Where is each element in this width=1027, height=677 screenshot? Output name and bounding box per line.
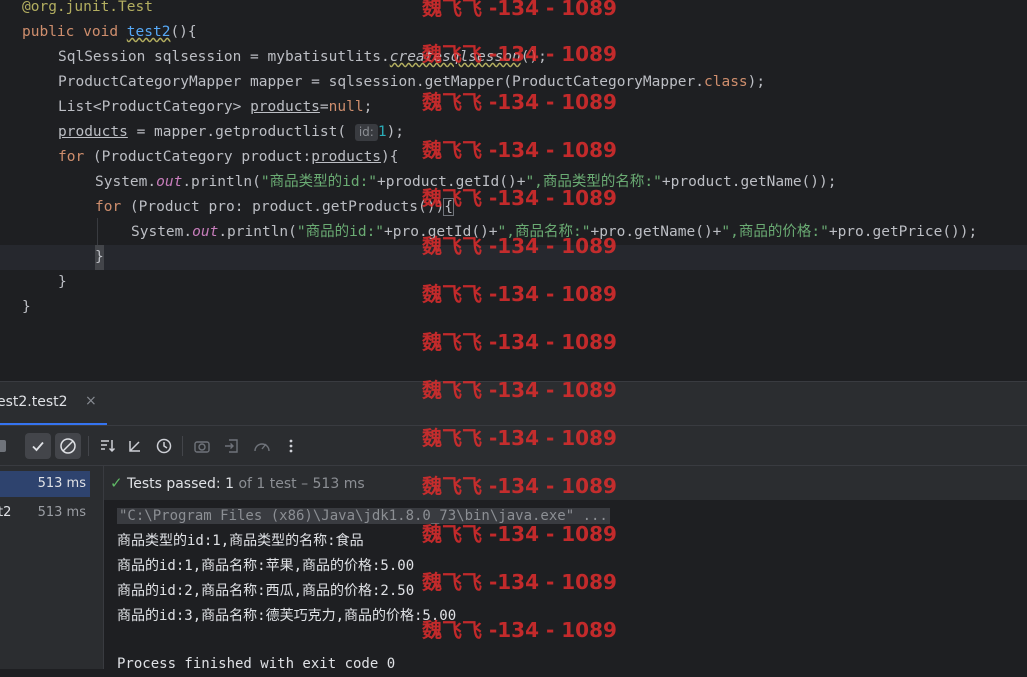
camera-icon[interactable] (189, 433, 215, 459)
matched-brace-close: } (95, 245, 104, 270)
collapse-icon[interactable] (122, 433, 148, 459)
history-icon[interactable] (151, 433, 177, 459)
code-line-10[interactable]: System.out.println("商品的id:"+pro.getId()+… (131, 220, 977, 245)
close-icon[interactable]: × (85, 393, 97, 409)
code-line-9[interactable]: for (Product pro: product.getProducts())… (95, 195, 454, 220)
code-line-2[interactable]: public void test2(){ (22, 20, 197, 45)
run-toolbar (0, 425, 1027, 466)
test-results-tree: 513 ms t2 513 ms (0, 466, 104, 669)
code-line-12[interactable]: } (58, 270, 67, 295)
tests-passed-label: Tests passed: 1 (127, 476, 234, 492)
run-tab-bar: est2.test2 × (0, 381, 1027, 426)
matched-brace: { (443, 198, 454, 216)
console-output[interactable]: ✓ Tests passed: 1 of 1 test – 513 ms "C:… (104, 466, 1027, 672)
code-line-13[interactable]: } (22, 295, 31, 320)
code-line-3[interactable]: SqlSession sqlsession = mybatisutlits.cr… (58, 45, 547, 70)
more-icon[interactable] (278, 433, 304, 459)
code-line-5[interactable]: List<ProductCategory> products=null; (58, 95, 372, 120)
toolbar-separator (182, 436, 183, 456)
tab-test2[interactable]: est2.test2 × (0, 382, 107, 426)
console-line: Process finished with exit code 0 (117, 656, 396, 672)
sort-icon[interactable] (94, 433, 120, 459)
code-line-11-current[interactable]: } (0, 245, 1027, 270)
tests-summary: of 1 test – 513 ms (238, 476, 365, 492)
code-line-7[interactable]: for (ProductCategory product:products){ (58, 145, 399, 170)
ignored-icon[interactable] (55, 433, 81, 459)
code-line-4[interactable]: ProductCategoryMapper mapper = sqlsessio… (58, 70, 765, 95)
tree-item-suite[interactable]: 513 ms (0, 471, 90, 497)
code-line-1[interactable]: @org.junit.Test (22, 0, 153, 20)
console-line: 商品的id:1,商品名称:苹果,商品的价格:5.00 (117, 558, 415, 574)
import-icon[interactable] (219, 433, 245, 459)
code-line-8[interactable]: System.out.println("商品类型的id:"+product.ge… (95, 170, 836, 195)
console-line: "C:\Program Files (x86)\Java\jdk1.8.0_73… (117, 504, 610, 529)
code-line-6[interactable]: products = mapper.getproductlist( id: 1); (58, 120, 404, 145)
check-icon: ✓ (110, 474, 123, 492)
console-line: 商品类型的id:1,商品类型的名称:食品 (117, 533, 364, 549)
parameter-hint: id: (354, 124, 378, 141)
test-status-bar: ✓ Tests passed: 1 of 1 test – 513 ms (104, 466, 1027, 500)
toolbar-separator (88, 436, 89, 456)
console-line: 商品的id:3,商品名称:德芙巧克力,商品的价格:5.00 (117, 608, 457, 624)
command-line[interactable]: "C:\Program Files (x86)\Java\jdk1.8.0_73… (117, 508, 610, 524)
run-tool-window: est2.test2 × 513 ms t2 513 ms ✓ Tests pa… (0, 381, 1027, 672)
tree-item-test2[interactable]: t2 513 ms (0, 500, 90, 526)
gauge-icon[interactable] (249, 433, 275, 459)
check-icon[interactable] (25, 433, 51, 459)
console-line: 商品的id:2,商品名称:西瓜,商品的价格:2.50 (117, 583, 415, 599)
code-editor[interactable]: @org.junit.Test public void test2(){ Sql… (0, 0, 1027, 381)
stop-icon[interactable] (0, 433, 13, 459)
tab-label: est2.test2 (0, 394, 68, 410)
